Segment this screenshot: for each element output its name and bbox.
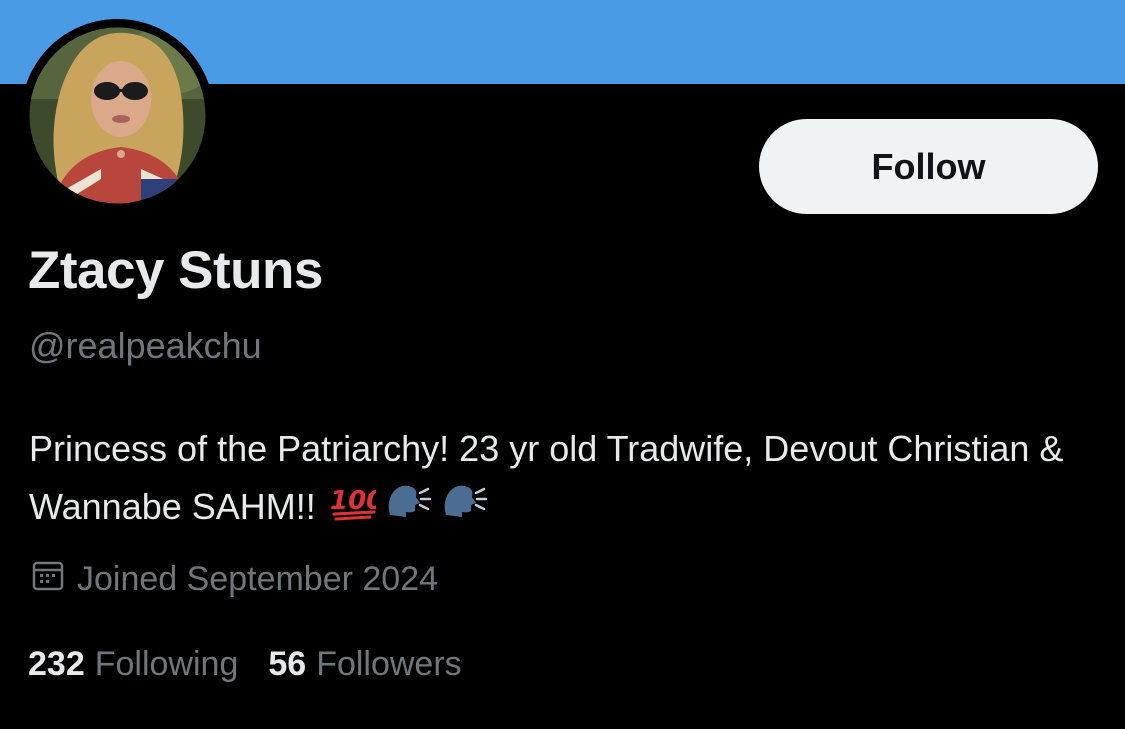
hundred-points-icon: 💯 100 (330, 480, 384, 538)
profile-stats: 232 Following 56 Followers (28, 645, 462, 684)
following-link[interactable]: 232 Following (28, 645, 238, 684)
joined-text: Joined September 2024 (77, 560, 439, 598)
bio-text: Princess of the Patriarchy! 23 yr old Tr… (29, 428, 1064, 527)
joined-date: Joined September 2024 (31, 558, 438, 601)
display-name: Ztacy Stuns (28, 241, 323, 300)
followers-link[interactable]: 56 Followers (268, 645, 461, 684)
followers-label: Followers (316, 645, 462, 683)
follow-button[interactable]: Follow (759, 119, 1098, 214)
following-count: 232 (28, 645, 85, 683)
speaking-head-icon: 🗣 (384, 480, 432, 538)
bio-emojis: 💯 100 🗣 🗣 (330, 480, 488, 538)
speaking-head-icon: 🗣 (440, 480, 488, 538)
followers-count: 56 (268, 645, 307, 683)
profile-avatar[interactable] (21, 19, 214, 212)
following-label: Following (94, 645, 239, 683)
avatar-photo (21, 19, 214, 212)
profile-handle: @realpeakchu (29, 325, 262, 366)
calendar-icon (31, 558, 65, 601)
profile-bio: Princess of the Patriarchy! 23 yr old Tr… (29, 420, 1089, 538)
